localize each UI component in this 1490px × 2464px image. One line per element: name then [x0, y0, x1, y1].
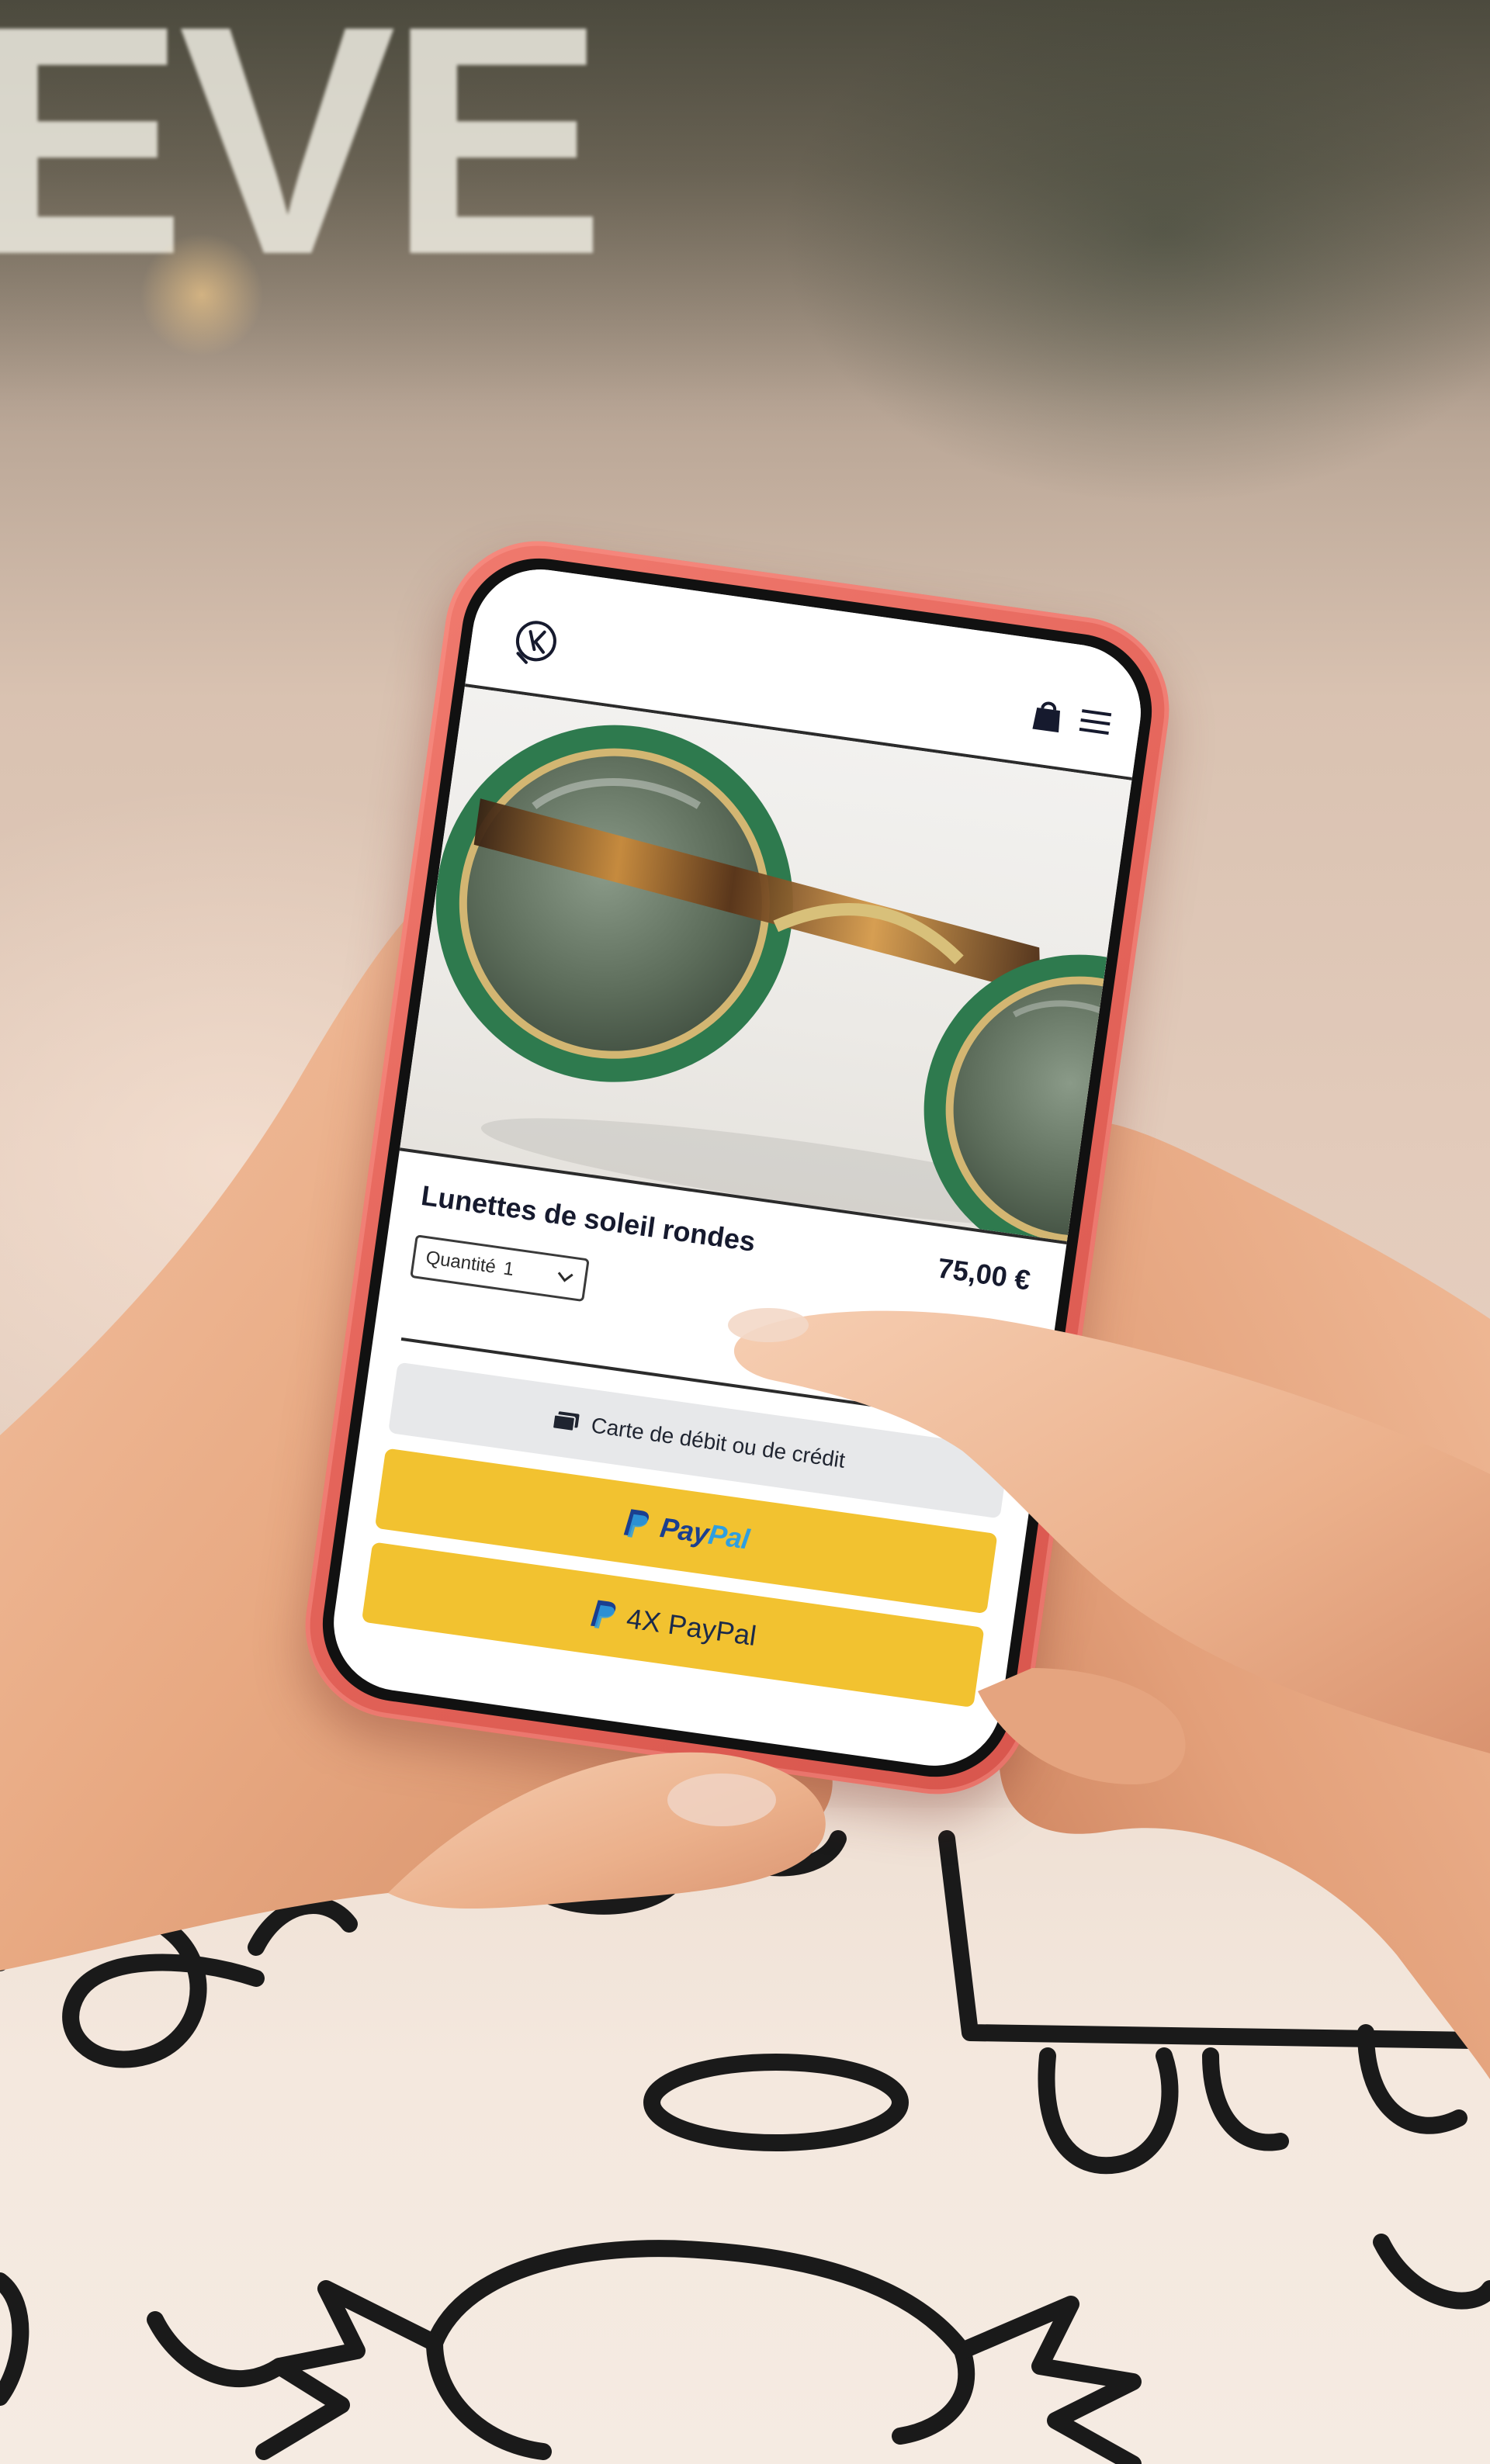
shopping-bag-icon[interactable] [1031, 697, 1065, 735]
paypal-icon [590, 1600, 616, 1628]
paypal-4x-label: 4X PayPal [624, 1602, 759, 1652]
chevron-down-icon [557, 1272, 573, 1282]
credit-card-icon [552, 1411, 580, 1432]
round-sunglasses-image [435, 725, 1132, 1245]
paypal-wordmark: PayPal [658, 1511, 751, 1556]
quantity-select[interactable]: Quantité 1 [410, 1234, 590, 1303]
paypal-word-pay: Pay [658, 1511, 711, 1550]
paypal-icon [624, 1509, 650, 1538]
product-image[interactable] [399, 687, 1132, 1245]
logo-icon[interactable] [509, 615, 563, 670]
product-price: 75,00 € [935, 1251, 1033, 1296]
quantity-value: 1 [501, 1258, 515, 1281]
hamburger-menu-icon[interactable] [1077, 706, 1114, 738]
pay-card-label: Carte de débit ou de crédit [589, 1413, 847, 1473]
quantity-label: Quantité [424, 1247, 497, 1278]
paypal-word-pal: Pal [706, 1518, 751, 1556]
